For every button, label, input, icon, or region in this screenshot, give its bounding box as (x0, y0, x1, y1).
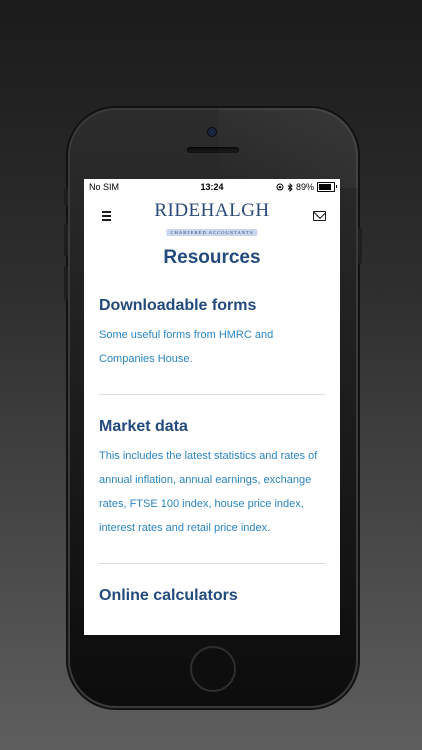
phone-frame: No SIM 13:24 89% RIDEHALGH CHARTERED ACC… (64, 108, 362, 708)
page-title: Resources (163, 247, 261, 268)
main-content: Resources Downloadable forms Some useful… (84, 247, 340, 606)
home-button[interactable] (190, 646, 236, 692)
logo[interactable]: RIDEHALGH CHARTERED ACCOUNTANTS (154, 201, 269, 239)
section-description: Some useful forms from HMRC and Companie… (99, 329, 274, 365)
app-screen: No SIM 13:24 89% RIDEHALGH CHARTERED ACC… (84, 179, 340, 635)
mute-switch (64, 188, 68, 206)
section-title[interactable]: Online calculators (99, 586, 325, 606)
section-title[interactable]: Market data (99, 417, 325, 437)
earpiece-speaker (187, 147, 239, 153)
logo-subtitle: CHARTERED ACCOUNTANTS (166, 229, 258, 236)
section-title[interactable]: Downloadable forms (99, 296, 325, 316)
battery-fill (319, 184, 332, 190)
battery-percent: 89% (295, 182, 314, 192)
status-bar: No SIM 13:24 89% (84, 179, 340, 195)
divider (99, 394, 325, 395)
volume-up-button (64, 223, 68, 257)
bluetooth-icon (287, 182, 293, 192)
volume-down-button (64, 266, 68, 300)
resource-section-online-calculators[interactable]: Online calculators (99, 586, 325, 606)
carrier-label: No SIM (89, 182, 120, 192)
divider (99, 563, 325, 564)
front-camera (208, 128, 216, 136)
status-icons: 89% (276, 182, 337, 192)
power-button (358, 228, 362, 264)
orientation-lock-icon (276, 183, 284, 191)
mail-icon[interactable] (313, 211, 326, 221)
logo-name: RIDEHALGH (154, 200, 270, 221)
app-header: RIDEHALGH CHARTERED ACCOUNTANTS (84, 195, 340, 237)
menu-icon[interactable] (102, 211, 111, 221)
resource-section-market-data[interactable]: Market data This includes the latest sta… (99, 417, 325, 540)
resource-section-downloadable-forms[interactable]: Downloadable forms Some useful forms fro… (99, 296, 325, 371)
battery-icon (317, 182, 337, 192)
section-description: This includes the latest statistics and … (99, 450, 318, 534)
